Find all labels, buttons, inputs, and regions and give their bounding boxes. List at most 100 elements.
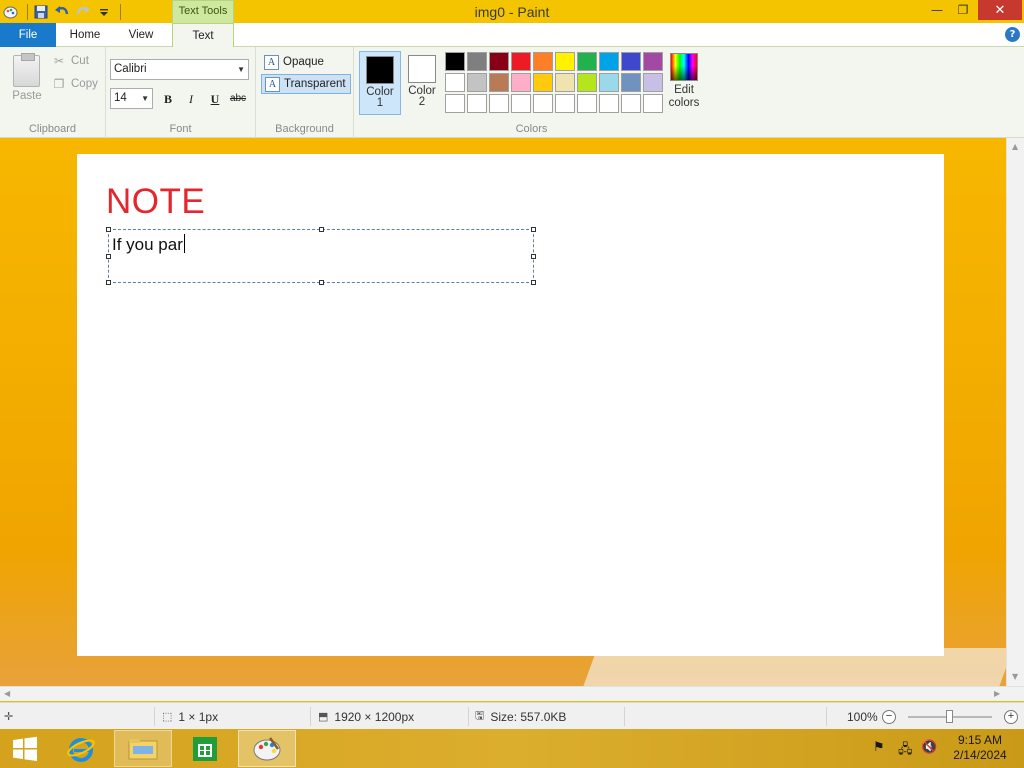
palette-swatch[interactable] [555, 94, 575, 113]
opaque-button[interactable]: A Opaque [261, 52, 328, 72]
palette-swatch[interactable] [511, 94, 531, 113]
minimize-button[interactable]: — [925, 0, 949, 20]
strikethrough-button[interactable]: abc [228, 90, 248, 108]
palette-swatch[interactable] [621, 94, 641, 113]
tab-home[interactable]: Home [60, 23, 110, 47]
font-family-select[interactable]: Calibri ▼ [110, 59, 249, 80]
palette-swatch[interactable] [445, 52, 465, 71]
palette-swatch[interactable] [577, 94, 597, 113]
palette-swatch[interactable] [467, 52, 487, 71]
font-size-select[interactable]: 14 ▼ [110, 88, 153, 109]
palette-swatch[interactable] [555, 52, 575, 71]
close-button[interactable]: ✕ [978, 0, 1022, 20]
color1-number: 1 [376, 97, 384, 109]
transparent-button[interactable]: A Transparent [261, 74, 351, 94]
color2-button[interactable]: Color 2 [402, 51, 442, 115]
bold-button[interactable]: B [158, 90, 178, 108]
paint-taskbar-button[interactable] [238, 730, 296, 767]
zoom-slider-thumb[interactable] [946, 710, 953, 723]
opaque-label: Opaque [283, 56, 324, 68]
drawing-canvas[interactable]: NOTE If you par [77, 154, 944, 656]
cut-button[interactable]: ✂ Cut [52, 54, 89, 68]
internet-explorer-button[interactable] [58, 730, 104, 767]
zoom-in-button[interactable]: + [1004, 710, 1018, 724]
palette-swatch[interactable] [621, 73, 641, 92]
cut-label: Cut [71, 55, 89, 67]
palette-swatch[interactable] [533, 52, 553, 71]
network-icon[interactable]: 🖧 [898, 740, 913, 762]
ribbon-tabs: File Home View Text [0, 23, 1024, 48]
save-icon[interactable] [32, 4, 49, 21]
text-box[interactable]: If you par [106, 227, 536, 285]
scroll-left-icon[interactable]: ◀ [4, 689, 10, 698]
internet-explorer-icon [67, 737, 95, 762]
copy-button[interactable]: ❐ Copy [52, 77, 98, 91]
status-bar: ✛ ⬚ 1 × 1px ⬒ 1920 × 1200px 🖫 Size: 557.… [0, 702, 1024, 729]
status-separator [154, 707, 155, 726]
resize-handle-bottom-right[interactable] [531, 280, 536, 285]
action-center-flag-icon[interactable]: ⚑ [873, 740, 885, 755]
disk-icon: 🖫 [475, 710, 485, 722]
edit-colors-button[interactable]: Edit colors [666, 53, 702, 110]
resize-handle-bottom-left[interactable] [106, 280, 111, 285]
palette-swatch[interactable] [599, 94, 619, 113]
zoom-slider[interactable] [908, 710, 992, 723]
resize-handle-left[interactable] [106, 254, 111, 259]
tab-view[interactable]: View [116, 23, 166, 47]
palette-swatch[interactable] [533, 94, 553, 113]
palette-swatch[interactable] [489, 94, 509, 113]
palette-swatch[interactable] [643, 52, 663, 71]
palette-swatch[interactable] [533, 73, 553, 92]
palette-swatch[interactable] [621, 52, 641, 71]
palette-swatch[interactable] [445, 94, 465, 113]
redo-icon[interactable] [74, 4, 91, 21]
window-title: img0 - Paint [474, 4, 550, 20]
palette-swatch[interactable] [467, 73, 487, 92]
palette-swatch[interactable] [577, 52, 597, 71]
palette-swatch[interactable] [489, 73, 509, 92]
resize-handle-right[interactable] [531, 254, 536, 259]
palette-swatch[interactable] [511, 73, 531, 92]
volume-muted-icon[interactable]: 🔇 [921, 740, 937, 755]
underline-button[interactable]: U [205, 90, 225, 108]
palette-swatch[interactable] [643, 94, 663, 113]
help-icon[interactable]: ? [1005, 27, 1020, 42]
resize-handle-bottom[interactable] [319, 280, 324, 285]
paste-icon[interactable] [13, 53, 40, 87]
scroll-down-icon[interactable]: ▼ [1012, 672, 1018, 681]
scroll-up-icon[interactable]: ▲ [1012, 142, 1018, 151]
tab-text[interactable]: Text [172, 23, 234, 48]
palette-swatch[interactable] [577, 73, 597, 92]
palette-swatch[interactable] [643, 73, 663, 92]
chevron-down-icon: ▼ [237, 65, 245, 74]
palette-swatch[interactable] [445, 73, 465, 92]
zoom-out-button[interactable]: − [882, 710, 896, 724]
clock-date: 2/14/2024 [953, 748, 1007, 762]
palette-swatch[interactable] [555, 73, 575, 92]
system-clock[interactable]: 9:15 AM 2/14/2024 [945, 733, 1015, 763]
paint-app-icon[interactable] [2, 4, 19, 21]
resize-handle-top-right[interactable] [531, 227, 536, 232]
resize-handle-top[interactable] [319, 227, 324, 232]
undo-icon[interactable] [53, 4, 70, 21]
vertical-scrollbar[interactable]: ▲ ▼ [1006, 138, 1024, 686]
start-button[interactable] [0, 730, 50, 767]
palette-swatch[interactable] [467, 94, 487, 113]
palette-swatch[interactable] [599, 73, 619, 92]
text-box-content[interactable]: If you par [112, 234, 185, 255]
paste-button[interactable]: Paste [6, 90, 48, 102]
canvas-workspace[interactable]: NOTE If you par [0, 138, 1006, 686]
resize-handle-top-left[interactable] [106, 227, 111, 232]
palette-swatch[interactable] [599, 52, 619, 71]
customize-qat-icon[interactable] [95, 4, 112, 21]
scroll-right-icon[interactable]: ▶ [994, 689, 1000, 698]
color1-button[interactable]: Color 1 [359, 51, 401, 115]
palette-swatch[interactable] [489, 52, 509, 71]
restore-button[interactable]: ❐ [951, 0, 975, 20]
italic-button[interactable]: I [181, 90, 201, 108]
palette-swatch[interactable] [511, 52, 531, 71]
tab-file[interactable]: File [0, 23, 56, 47]
file-explorer-button[interactable] [114, 730, 172, 767]
store-button[interactable] [180, 730, 230, 767]
horizontal-scrollbar[interactable]: ◀ ▶ [0, 686, 1024, 701]
